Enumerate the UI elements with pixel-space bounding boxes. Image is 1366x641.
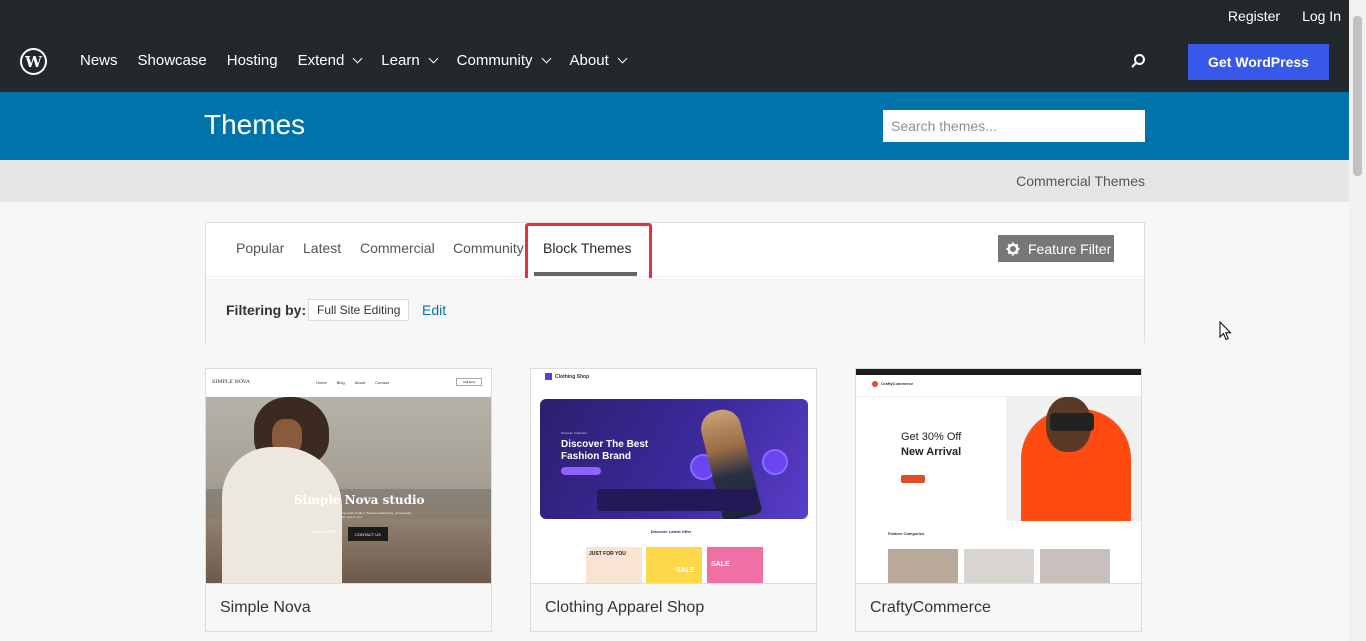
theme-screenshot[interactable]: Clothing Shop Premium Collection Discove… <box>531 369 816 583</box>
preview-brand: CraftyCommerce <box>881 381 914 386</box>
theme-card-clothing-apparel-shop[interactable]: Clothing Shop Premium Collection Discove… <box>530 368 817 632</box>
nav-label: Community <box>456 52 533 69</box>
chevron-down-icon <box>428 53 439 64</box>
preview-header: Clothing Shop <box>531 369 816 399</box>
preview-menu-item: Contact <box>375 380 389 385</box>
preview-title: Simple Nova studio <box>294 493 425 507</box>
active-filters: Filtering by: Full Site Editing Edit <box>206 278 1144 343</box>
commercial-themes-link[interactable]: Commercial Themes <box>1016 173 1145 189</box>
theme-tabs: Popular Latest Commercial Community Bloc… <box>206 223 1144 284</box>
preview-menu: Home Blog About Contact <box>316 380 389 385</box>
theme-screenshot[interactable]: SIMPLE NOVA Home Blog About Contact Call… <box>206 369 491 583</box>
main-nav: News Showcase Hosting Extend Learn Commu… <box>80 52 646 69</box>
theme-name[interactable]: CraftyCommerce <box>856 583 1141 631</box>
theme-name[interactable]: Clothing Apparel Shop <box>531 583 816 631</box>
preview-header: CraftyCommerce <box>856 375 1141 397</box>
mouse-cursor-icon <box>1219 321 1232 341</box>
nav-label: News <box>80 52 118 69</box>
preview-title: Discover The Best Fashion Brand <box>561 439 648 463</box>
preview-menu-item: About <box>354 380 366 385</box>
preview-sale-text: SALE <box>711 561 730 568</box>
themes-header: Themes <box>0 92 1349 160</box>
tab-latest[interactable]: Latest <box>303 240 341 256</box>
get-wordpress-button[interactable]: Get WordPress <box>1188 44 1329 80</box>
chevron-down-icon <box>541 53 551 64</box>
preview-categories: Feature Categories <box>888 531 925 536</box>
preview-title: Get 30% Off <box>901 431 962 443</box>
theme-screenshot[interactable]: CraftyCommerce Get 30% Off New Arrival F… <box>856 369 1141 583</box>
preview-button: Call Now <box>456 378 482 386</box>
feature-filter-label: Feature Filter <box>1028 240 1112 257</box>
preview-offer: Discover Latest Offer <box>650 529 692 534</box>
account-links: Register Log In <box>1228 8 1341 24</box>
preview-menu-item: Home <box>316 380 327 385</box>
nav-label: Extend <box>297 52 345 69</box>
search-themes-input[interactable] <box>883 110 1145 142</box>
preview-contact: CONTACT US <box>348 527 388 541</box>
annotation-highlight-box <box>525 223 652 284</box>
feature-filter-button[interactable]: Feature Filter <box>998 235 1114 262</box>
preview-brand: Clothing Shop <box>555 374 590 380</box>
nav-showcase[interactable]: Showcase <box>138 52 207 69</box>
preview-subtitle: Lorem your audience! Interested opens a … <box>285 511 413 519</box>
nav-label: About <box>569 52 609 69</box>
preview-menu-item: Blog <box>336 380 345 385</box>
tab-popular[interactable]: Popular <box>236 240 284 256</box>
tab-commercial[interactable]: Commercial <box>360 240 435 256</box>
preview-header: SIMPLE NOVA Home Blog About Contact Call… <box>206 369 491 397</box>
theme-name[interactable]: Simple Nova <box>206 583 491 631</box>
preview-sale-text: SALE <box>676 567 695 574</box>
login-link[interactable]: Log In <box>1302 8 1341 24</box>
preview-logo-icon <box>545 373 552 380</box>
preview-hero-photo: Simple Nova studio Lorem your audience! … <box>206 397 491 583</box>
preview-learn-more: LEARN MORE <box>310 529 337 534</box>
wordpress-logo-icon[interactable]: W <box>20 48 47 75</box>
chevron-down-icon <box>617 53 628 64</box>
scrollbar[interactable] <box>1349 0 1366 641</box>
filter-panel: Popular Latest Commercial Community Bloc… <box>205 222 1145 343</box>
preview-sale-text: JUST FOR YOU <box>589 551 626 557</box>
nav-hosting[interactable]: Hosting <box>227 52 278 69</box>
preview-subtitle: New Arrival <box>901 446 962 458</box>
tab-community[interactable]: Community <box>453 240 524 256</box>
theme-card-craftycommerce[interactable]: CraftyCommerce Get 30% Off New Arrival F… <box>855 368 1142 632</box>
nav-about[interactable]: About <box>569 52 628 69</box>
nav-community[interactable]: Community <box>456 52 551 69</box>
sub-navigation: Commercial Themes <box>0 160 1349 202</box>
gear-icon <box>1006 242 1020 255</box>
nav-learn[interactable]: Learn <box>381 52 439 69</box>
preview-logo-icon <box>872 381 878 387</box>
chevron-down-icon <box>352 53 363 64</box>
search-icon[interactable] <box>1131 54 1146 68</box>
scrollbar-thumb[interactable] <box>1353 16 1362 176</box>
preview-brand: SIMPLE NOVA <box>212 379 250 385</box>
edit-filters-link[interactable]: Edit <box>422 302 446 318</box>
nav-news[interactable]: News <box>80 52 118 69</box>
register-link[interactable]: Register <box>1228 8 1280 24</box>
preview-title-line: Fashion Brand <box>561 451 632 462</box>
filter-chip-full-site-editing: Full Site Editing <box>308 299 410 321</box>
page-title: Themes <box>204 109 306 140</box>
top-navigation: Register Log In W News Showcase Hosting … <box>0 0 1349 92</box>
nav-extend[interactable]: Extend <box>297 52 363 69</box>
preview-tag: Premium Collection <box>561 431 588 435</box>
nav-label: Hosting <box>226 52 278 69</box>
filtering-by-label: Filtering by: <box>226 302 307 318</box>
theme-card-simple-nova[interactable]: SIMPLE NOVA Home Blog About Contact Call… <box>205 368 492 632</box>
nav-label: Learn <box>381 52 420 69</box>
preview-title-line: Discover The Best <box>561 439 649 450</box>
nav-label: Showcase <box>137 52 207 69</box>
